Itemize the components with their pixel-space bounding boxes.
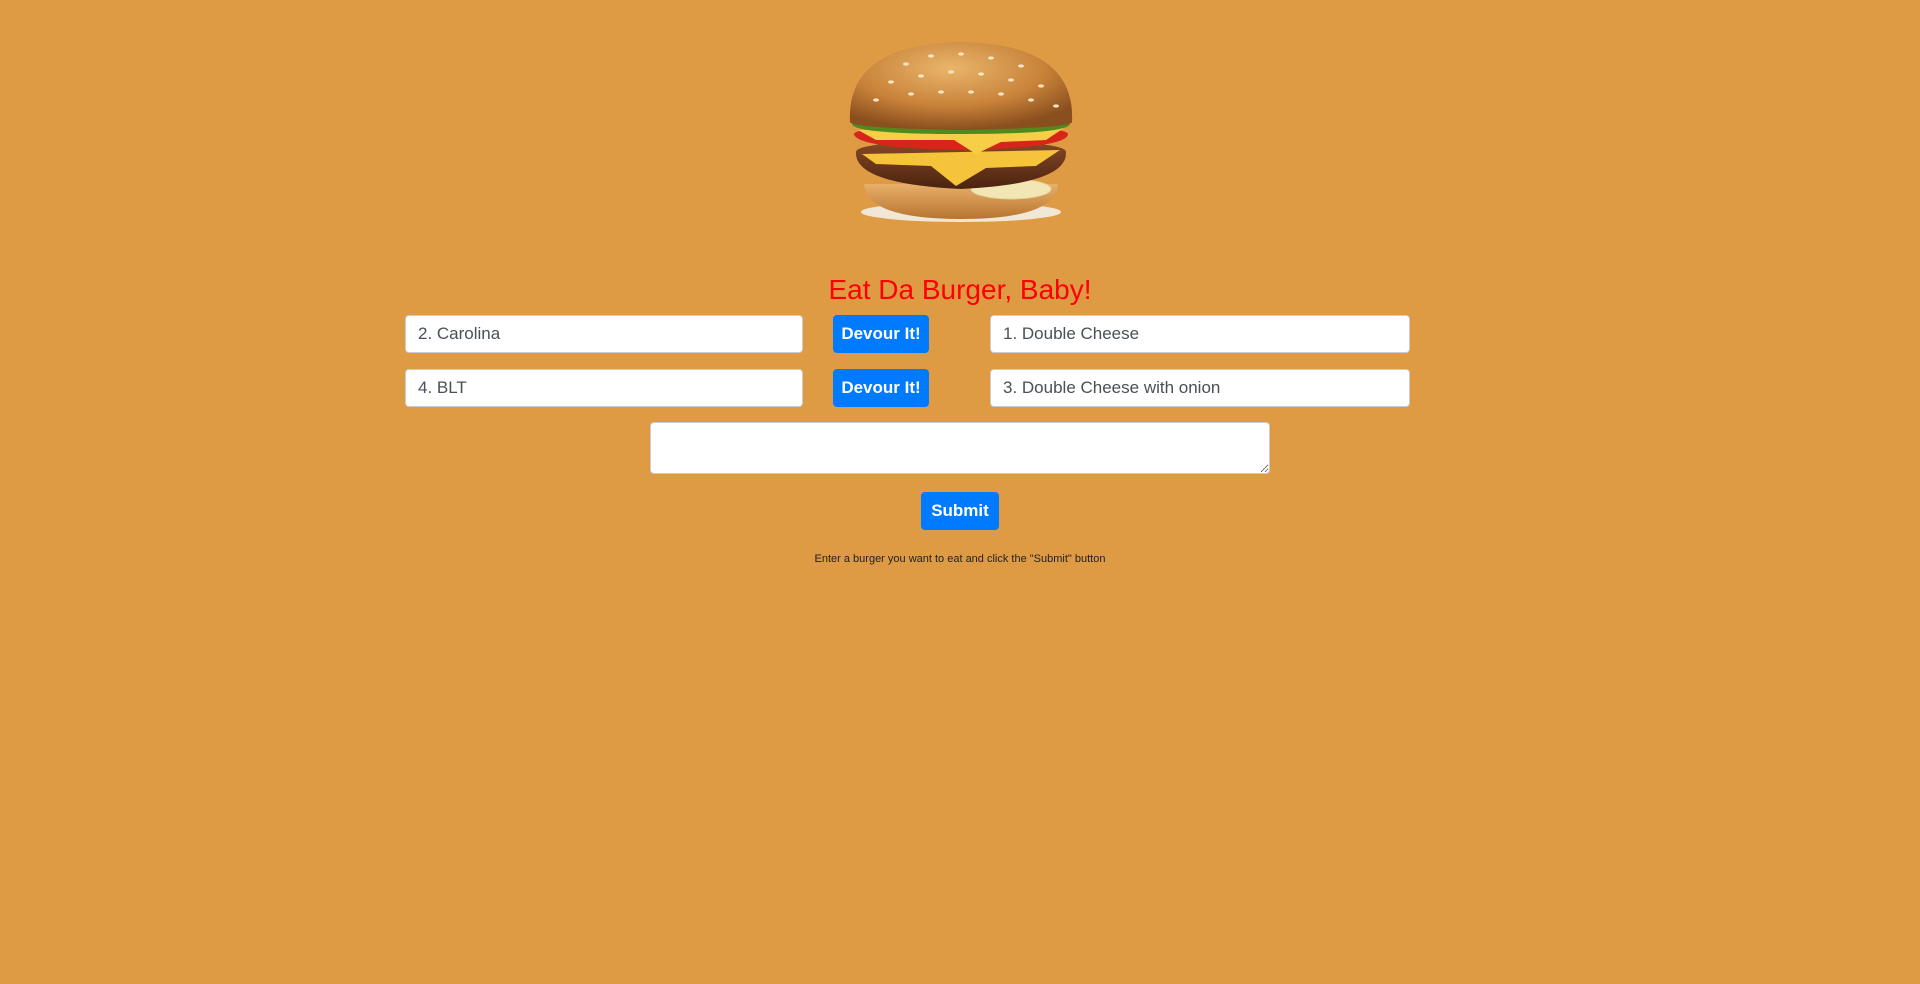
devour-button[interactable]: Devour It! [833, 369, 929, 407]
submit-button[interactable]: Submit [921, 492, 999, 530]
burger-icon [836, 34, 1086, 234]
devour-button[interactable]: Devour It! [833, 315, 929, 353]
devoured-burger-item: 3. Double Cheese with onion [990, 369, 1410, 407]
page-title: Eat Da Burger, Baby! [828, 274, 1092, 305]
instructions-text: Enter a burger you want to eat and click… [814, 553, 1106, 565]
page: Eat Da Burger, Baby! 2. Carolina Devour … [0, 0, 1920, 984]
available-burger-item: 4. BLT [405, 369, 803, 407]
burger-input[interactable] [650, 422, 1270, 474]
devoured-burger-item: 1. Double Cheese [990, 315, 1410, 353]
available-burger-item: 2. Carolina [405, 315, 803, 353]
